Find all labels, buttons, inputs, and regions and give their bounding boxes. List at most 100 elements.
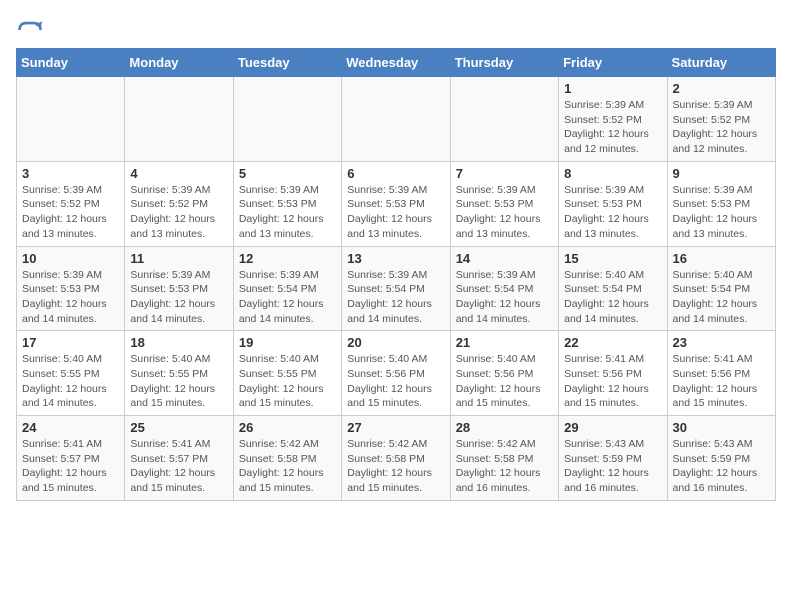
calendar-cell: 10Sunrise: 5:39 AM Sunset: 5:53 PM Dayli… — [17, 246, 125, 331]
day-number: 8 — [564, 166, 661, 181]
day-detail: Sunrise: 5:40 AM Sunset: 5:56 PM Dayligh… — [456, 352, 553, 411]
day-number: 14 — [456, 251, 553, 266]
calendar-cell: 6 Sunrise: 5:39 AM Sunset: 5:53 PM Daylig… — [342, 161, 450, 246]
day-number: 28 — [456, 420, 553, 435]
day-detail: Sunrise: 5:39 AM Sunset: 5:52 PM Dayligh… — [564, 98, 661, 157]
day-detail: Sunrise: 5:42 AM Sunset: 5:58 PM Dayligh… — [239, 437, 336, 496]
weekday-header: Monday — [125, 49, 233, 77]
day-number: 5 — [239, 166, 336, 181]
calendar-cell: 9 Sunrise: 5:39 AM Sunset: 5:53 PM Daylig… — [667, 161, 775, 246]
day-number: 4 — [130, 166, 227, 181]
day-detail: Sunrise: 5:43 AM Sunset: 5:59 PM Dayligh… — [564, 437, 661, 496]
day-number: 26 — [239, 420, 336, 435]
day-number: 1 — [564, 81, 661, 96]
day-detail: Sunrise: 5:39 AM Sunset: 5:53 PM Dayligh… — [130, 268, 227, 327]
day-detail: Sunrise: 5:40 AM Sunset: 5:55 PM Dayligh… — [22, 352, 119, 411]
day-detail: Sunrise: 5:43 AM Sunset: 5:59 PM Dayligh… — [673, 437, 770, 496]
day-detail: Sunrise: 5:42 AM Sunset: 5:58 PM Dayligh… — [456, 437, 553, 496]
day-number: 15 — [564, 251, 661, 266]
day-number: 24 — [22, 420, 119, 435]
calendar-cell: 18 Sunrise: 5:40 AM Sunset: 5:55 PM Dayli… — [125, 331, 233, 416]
day-detail: Sunrise: 5:39 AM Sunset: 5:54 PM Dayligh… — [347, 268, 444, 327]
calendar-cell — [342, 77, 450, 162]
logo-icon — [16, 16, 44, 44]
day-number: 6 — [347, 166, 444, 181]
day-detail: Sunrise: 5:40 AM Sunset: 5:55 PM Dayligh… — [130, 352, 227, 411]
calendar-cell — [17, 77, 125, 162]
weekday-header: Saturday — [667, 49, 775, 77]
calendar-cell: 5 Sunrise: 5:39 AM Sunset: 5:53 PM Daylig… — [233, 161, 341, 246]
day-detail: Sunrise: 5:39 AM Sunset: 5:53 PM Dayligh… — [347, 183, 444, 242]
calendar-week-row: 3Sunrise: 5:39 AM Sunset: 5:52 PM Daylig… — [17, 161, 776, 246]
calendar-cell: 16Sunrise: 5:40 AM Sunset: 5:54 PM Dayli… — [667, 246, 775, 331]
day-detail: Sunrise: 5:40 AM Sunset: 5:55 PM Dayligh… — [239, 352, 336, 411]
calendar-cell: 17Sunrise: 5:40 AM Sunset: 5:55 PM Dayli… — [17, 331, 125, 416]
calendar-cell: 7 Sunrise: 5:39 AM Sunset: 5:53 PM Daylig… — [450, 161, 558, 246]
day-number: 7 — [456, 166, 553, 181]
calendar-cell: 30 Sunrise: 5:43 AM Sunset: 5:59 PM Dayli… — [667, 416, 775, 501]
calendar-cell: 4 Sunrise: 5:39 AM Sunset: 5:52 PM Daylig… — [125, 161, 233, 246]
day-number: 29 — [564, 420, 661, 435]
day-detail: Sunrise: 5:41 AM Sunset: 5:57 PM Dayligh… — [130, 437, 227, 496]
calendar-cell: 27 Sunrise: 5:42 AM Sunset: 5:58 PM Dayli… — [342, 416, 450, 501]
calendar-cell: 22 Sunrise: 5:41 AM Sunset: 5:56 PM Dayli… — [559, 331, 667, 416]
day-number: 11 — [130, 251, 227, 266]
calendar-cell: 26 Sunrise: 5:42 AM Sunset: 5:58 PM Dayli… — [233, 416, 341, 501]
day-detail: Sunrise: 5:40 AM Sunset: 5:56 PM Dayligh… — [347, 352, 444, 411]
day-number: 20 — [347, 335, 444, 350]
calendar-cell — [233, 77, 341, 162]
day-number: 21 — [456, 335, 553, 350]
day-detail: Sunrise: 5:39 AM Sunset: 5:52 PM Dayligh… — [673, 98, 770, 157]
calendar-week-row: 1 Sunrise: 5:39 AM Sunset: 5:52 PM Daylig… — [17, 77, 776, 162]
day-detail: Sunrise: 5:39 AM Sunset: 5:53 PM Dayligh… — [673, 183, 770, 242]
day-number: 22 — [564, 335, 661, 350]
calendar-cell: 2 Sunrise: 5:39 AM Sunset: 5:52 PM Daylig… — [667, 77, 775, 162]
calendar-cell: 25 Sunrise: 5:41 AM Sunset: 5:57 PM Dayli… — [125, 416, 233, 501]
day-detail: Sunrise: 5:39 AM Sunset: 5:52 PM Dayligh… — [22, 183, 119, 242]
day-detail: Sunrise: 5:39 AM Sunset: 5:52 PM Dayligh… — [130, 183, 227, 242]
calendar-cell: 24 Sunrise: 5:41 AM Sunset: 5:57 PM Dayli… — [17, 416, 125, 501]
day-detail: Sunrise: 5:39 AM Sunset: 5:53 PM Dayligh… — [564, 183, 661, 242]
day-number: 2 — [673, 81, 770, 96]
logo — [16, 16, 48, 44]
calendar-cell: 21 Sunrise: 5:40 AM Sunset: 5:56 PM Dayli… — [450, 331, 558, 416]
day-number: 19 — [239, 335, 336, 350]
day-detail: Sunrise: 5:39 AM Sunset: 5:53 PM Dayligh… — [239, 183, 336, 242]
day-detail: Sunrise: 5:39 AM Sunset: 5:53 PM Dayligh… — [456, 183, 553, 242]
calendar-week-row: 24 Sunrise: 5:41 AM Sunset: 5:57 PM Dayli… — [17, 416, 776, 501]
day-detail: Sunrise: 5:41 AM Sunset: 5:56 PM Dayligh… — [564, 352, 661, 411]
calendar-cell: 14 Sunrise: 5:39 AM Sunset: 5:54 PM Dayli… — [450, 246, 558, 331]
day-detail: Sunrise: 5:42 AM Sunset: 5:58 PM Dayligh… — [347, 437, 444, 496]
day-number: 18 — [130, 335, 227, 350]
calendar-cell: 3Sunrise: 5:39 AM Sunset: 5:52 PM Daylig… — [17, 161, 125, 246]
calendar-cell: 19 Sunrise: 5:40 AM Sunset: 5:55 PM Dayli… — [233, 331, 341, 416]
day-detail: Sunrise: 5:39 AM Sunset: 5:54 PM Dayligh… — [456, 268, 553, 327]
day-number: 27 — [347, 420, 444, 435]
day-number: 30 — [673, 420, 770, 435]
calendar-cell: 8 Sunrise: 5:39 AM Sunset: 5:53 PM Daylig… — [559, 161, 667, 246]
day-number: 16 — [673, 251, 770, 266]
calendar-week-row: 17Sunrise: 5:40 AM Sunset: 5:55 PM Dayli… — [17, 331, 776, 416]
calendar-cell: 20 Sunrise: 5:40 AM Sunset: 5:56 PM Dayli… — [342, 331, 450, 416]
weekday-header: Thursday — [450, 49, 558, 77]
calendar-cell: 11 Sunrise: 5:39 AM Sunset: 5:53 PM Dayli… — [125, 246, 233, 331]
day-detail: Sunrise: 5:41 AM Sunset: 5:56 PM Dayligh… — [673, 352, 770, 411]
calendar-cell: 1 Sunrise: 5:39 AM Sunset: 5:52 PM Daylig… — [559, 77, 667, 162]
day-number: 9 — [673, 166, 770, 181]
calendar-cell: 29 Sunrise: 5:43 AM Sunset: 5:59 PM Dayli… — [559, 416, 667, 501]
page-header — [16, 16, 776, 44]
day-number: 25 — [130, 420, 227, 435]
day-detail: Sunrise: 5:41 AM Sunset: 5:57 PM Dayligh… — [22, 437, 119, 496]
weekday-header: Friday — [559, 49, 667, 77]
day-number: 23 — [673, 335, 770, 350]
calendar-cell: 28 Sunrise: 5:42 AM Sunset: 5:58 PM Dayli… — [450, 416, 558, 501]
calendar-cell — [125, 77, 233, 162]
weekday-header: Tuesday — [233, 49, 341, 77]
calendar-cell: 13 Sunrise: 5:39 AM Sunset: 5:54 PM Dayli… — [342, 246, 450, 331]
day-number: 13 — [347, 251, 444, 266]
calendar-cell: 12Sunrise: 5:39 AM Sunset: 5:54 PM Dayli… — [233, 246, 341, 331]
calendar-week-row: 10Sunrise: 5:39 AM Sunset: 5:53 PM Dayli… — [17, 246, 776, 331]
calendar-cell: 15 Sunrise: 5:40 AM Sunset: 5:54 PM Dayli… — [559, 246, 667, 331]
weekday-header-row: SundayMondayTuesdayWednesdayThursdayFrid… — [17, 49, 776, 77]
day-detail: Sunrise: 5:40 AM Sunset: 5:54 PM Dayligh… — [564, 268, 661, 327]
